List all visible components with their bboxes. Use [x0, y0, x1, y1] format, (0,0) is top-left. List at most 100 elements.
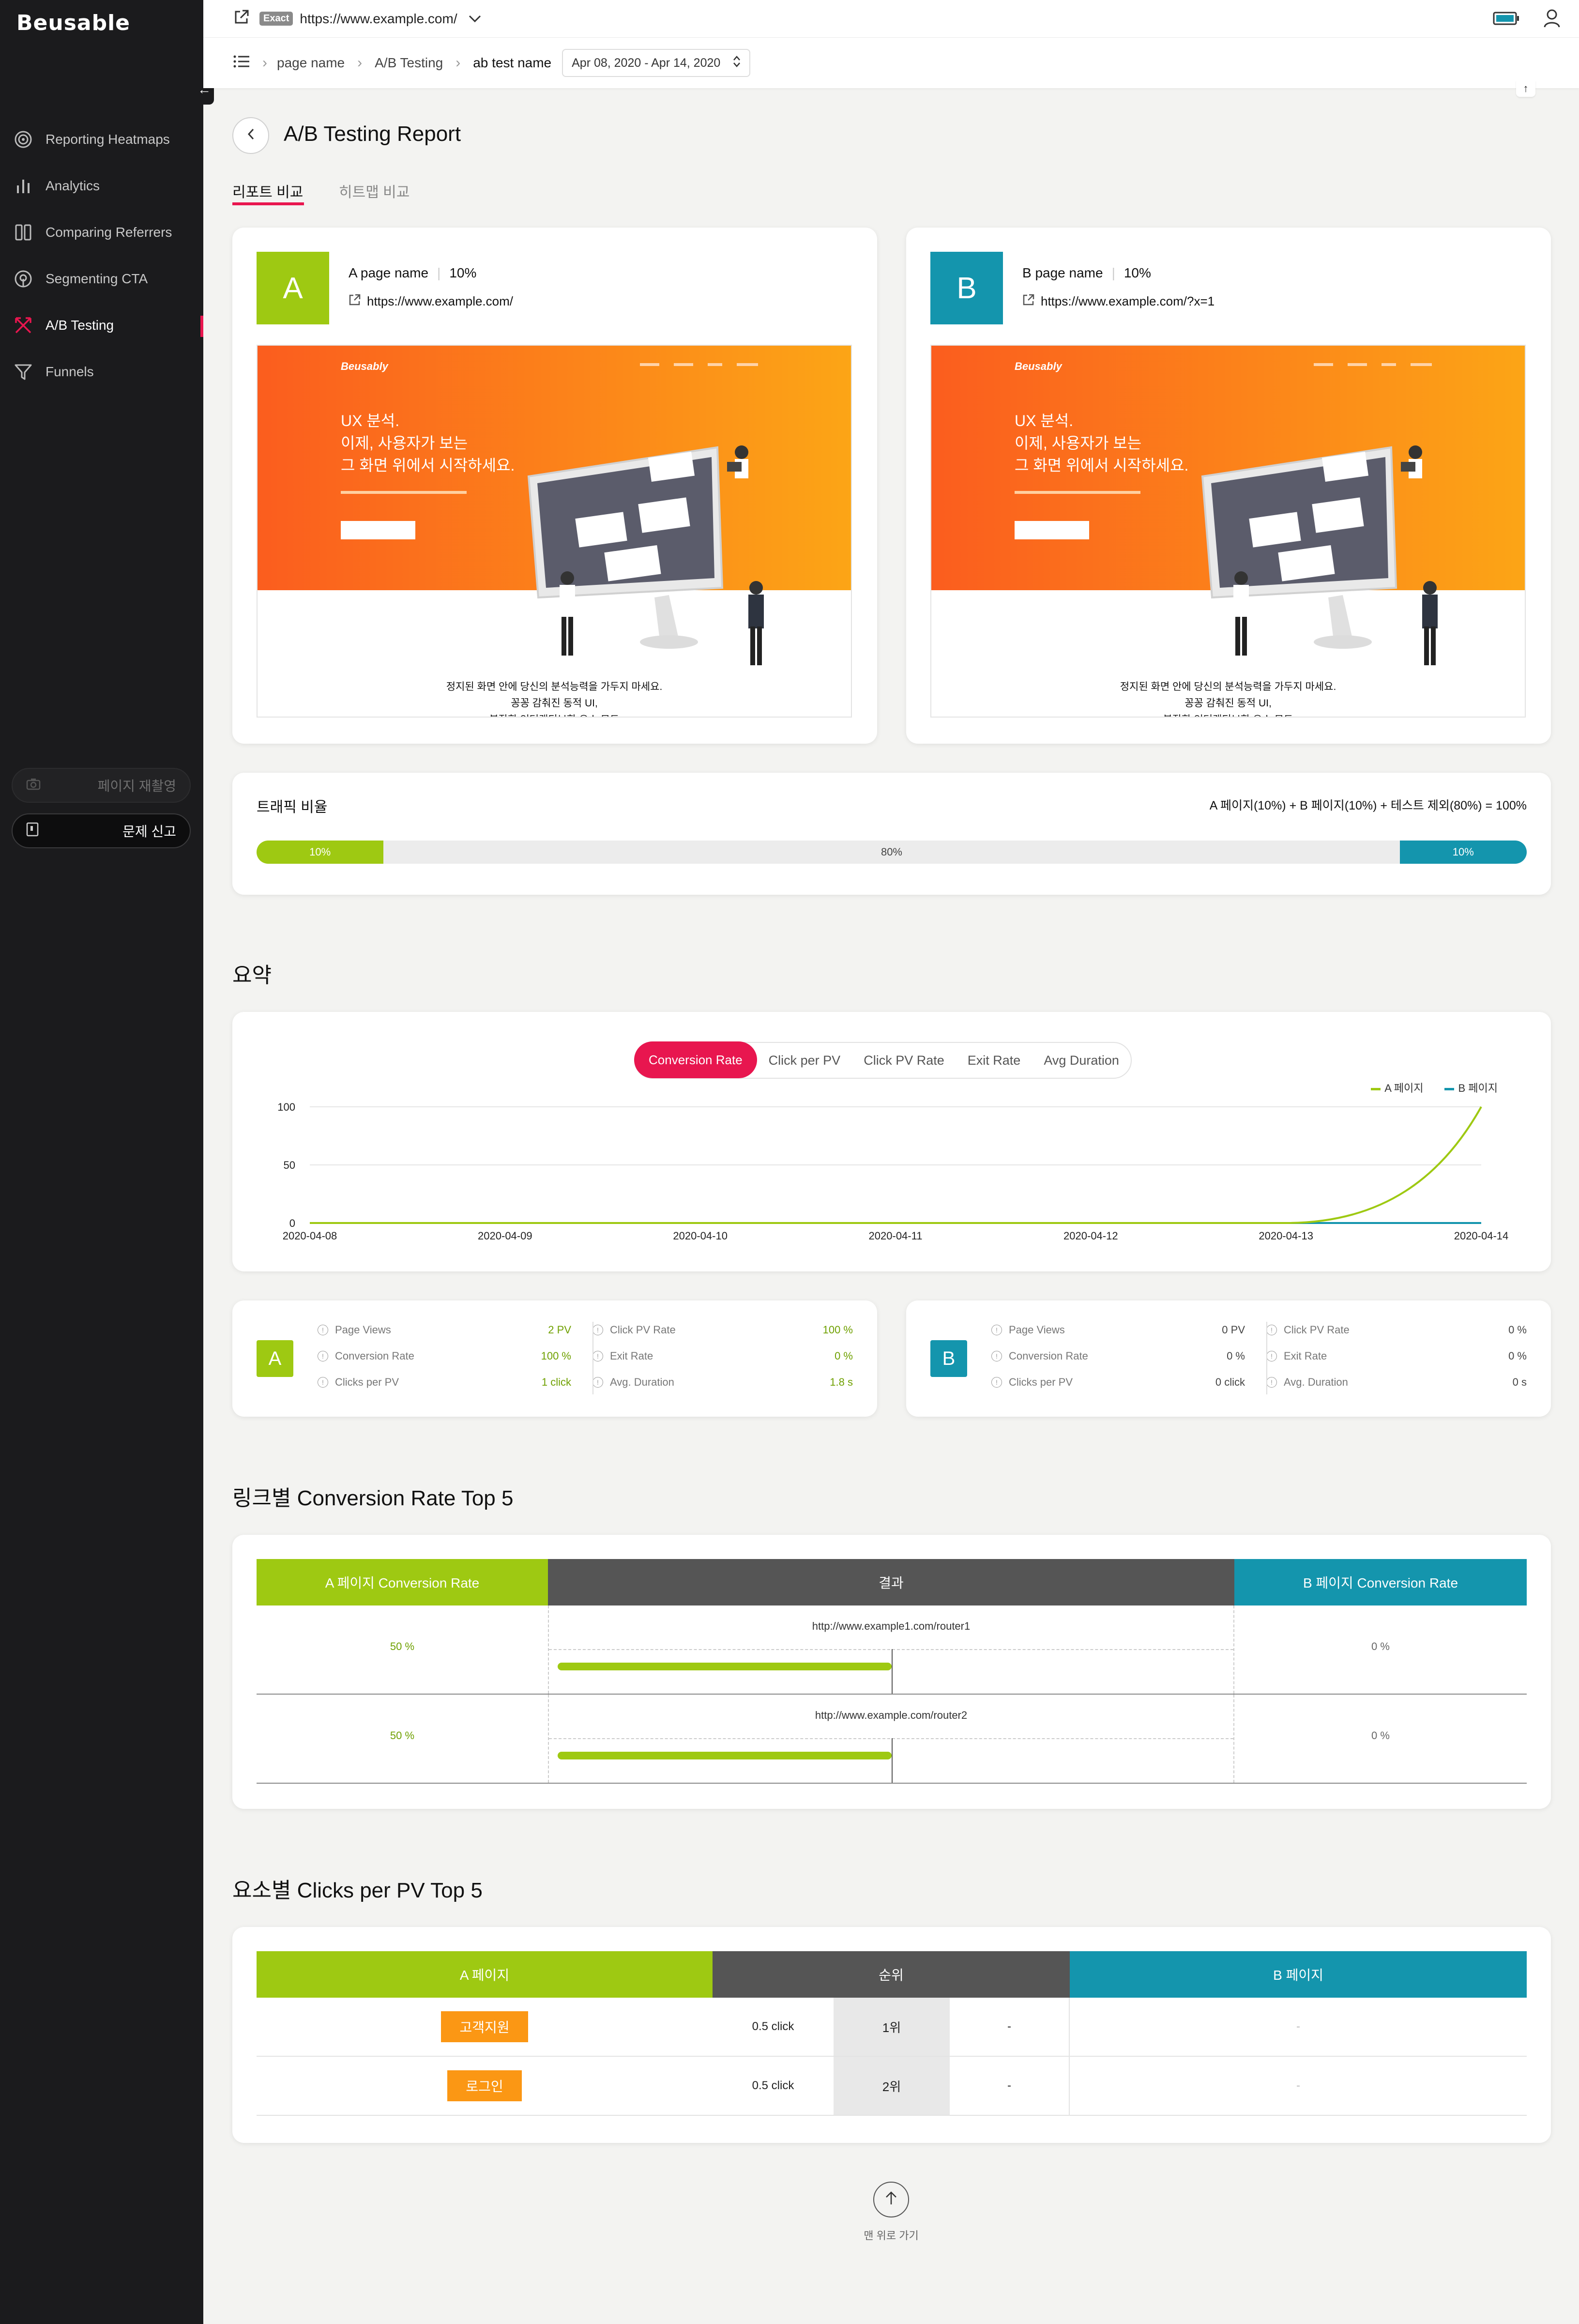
- info-icon[interactable]: !: [592, 1351, 603, 1361]
- external-link-icon: [1022, 293, 1035, 309]
- link-head-a: A 페이지 Conversion Rate: [257, 1559, 548, 1605]
- sidebar-item-comparing-referrers[interactable]: Comparing Referrers: [0, 209, 203, 256]
- stat-value: 1.8 s: [830, 1376, 853, 1388]
- link-head-a-label: A 페이지 Conversion Rate: [325, 1575, 480, 1590]
- beusable-logo[interactable]: Beusable: [16, 11, 130, 35]
- x-tick-label: 2020-04-10: [673, 1230, 728, 1242]
- info-icon[interactable]: !: [1266, 1351, 1277, 1361]
- back-to-top-label[interactable]: 맨 위로 가기: [843, 2227, 940, 2243]
- preview-footer-text: 정지된 화면 안에 당신의 분석능력을 가두지 마세요. 꽁꽁 감춰진 동적 U…: [931, 679, 1525, 717]
- stat-label: Page Views: [1009, 1324, 1065, 1336]
- url-selector[interactable]: https://www.example.com/: [300, 11, 457, 27]
- stat-row-conversion-rate: ! Conversion Rate 100 %: [318, 1349, 571, 1363]
- info-icon[interactable]: !: [318, 1377, 328, 1388]
- x-tick-label: 2020-04-11: [869, 1230, 923, 1242]
- sidebar-item-label: Analytics: [46, 178, 100, 193]
- date-range-picker[interactable]: Apr 08, 2020 - Apr 14, 2020: [562, 49, 751, 77]
- report-issue-button[interactable]: 문제 신고: [12, 813, 191, 848]
- row-url[interactable]: http://www.example.com/router2: [549, 1709, 1233, 1722]
- info-icon[interactable]: !: [991, 1351, 1002, 1361]
- sidebar-item-ab-testing[interactable]: A/B Testing: [0, 302, 203, 349]
- element-head-mid-label: 순위: [879, 1968, 904, 1983]
- external-link-icon: [349, 293, 361, 309]
- variant-b-url-row[interactable]: https://www.example.com/?x=1: [1022, 293, 1215, 309]
- variant-b-card: B B page name | 10% https://www.example.co…: [906, 228, 1551, 744]
- variant-b-ratio: 10%: [1124, 265, 1151, 280]
- variant-b-preview[interactable]: Beusably UX 분석. 이제, 사용자가 보는 그 화면 위에서 시작하…: [930, 345, 1526, 718]
- stat-label: Conversion Rate: [1009, 1350, 1088, 1362]
- sidebar-item-analytics[interactable]: Analytics: [0, 163, 203, 209]
- preview-cta-button: [341, 521, 415, 539]
- row-url[interactable]: http://www.example1.com/router1: [549, 1620, 1233, 1633]
- stat-label: Clicks per PV: [1009, 1376, 1073, 1388]
- stats-divider: [1266, 1322, 1267, 1394]
- preview-hero-title: UX 분석. 이제, 사용자가 보는 그 화면 위에서 시작하세요.: [1015, 410, 1188, 476]
- info-icon[interactable]: !: [991, 1377, 1002, 1388]
- element-tag[interactable]: 고객지원: [441, 2011, 528, 2042]
- traffic-bar: 10% 80% 10%: [257, 841, 1527, 864]
- external-link-icon[interactable]: [233, 9, 250, 29]
- back-to-top-button[interactable]: [873, 2182, 909, 2217]
- top-bar: Exact https://www.example.com/: [203, 0, 1579, 38]
- info-icon[interactable]: !: [1266, 1325, 1277, 1335]
- table-row: 50 % http://www.example.com/router2 0 %: [257, 1695, 1527, 1784]
- link-table-card: A 페이지 Conversion Rate 결과 B 페이지 Conversio…: [232, 1535, 1551, 1809]
- stat-label: Exit Rate: [610, 1350, 653, 1362]
- back-button[interactable]: [232, 117, 269, 154]
- target-icon: [14, 269, 33, 289]
- stat-label: Page Views: [335, 1324, 391, 1336]
- tab-heatmap-compare[interactable]: 히트맵 비교: [339, 180, 410, 201]
- row-center-axis: [892, 1649, 893, 1694]
- info-icon[interactable]: !: [318, 1351, 328, 1361]
- preview-subtext: [1015, 491, 1140, 494]
- rerecord-page-button[interactable]: 페이지 재촬영: [12, 768, 191, 803]
- variant-b-name: B page name | 10%: [1022, 265, 1151, 280]
- summary-title: 요약: [232, 963, 272, 987]
- stat-row-avg-duration: ! Avg. Duration 0 s: [1266, 1375, 1527, 1390]
- row-b-value: -: [950, 1998, 1070, 2056]
- list-icon[interactable]: [233, 55, 250, 72]
- bar-chart-icon: [14, 176, 33, 196]
- stat-value: 0 PV: [1222, 1324, 1245, 1336]
- stat-label: Avg. Duration: [1284, 1376, 1348, 1388]
- x-tick-label: 2020-04-08: [283, 1230, 337, 1242]
- battery-icon[interactable]: [1493, 11, 1520, 30]
- chevron-down-icon[interactable]: [468, 11, 482, 27]
- funnel-icon: [14, 362, 33, 382]
- breadcrumb-test[interactable]: ab test name: [473, 55, 551, 71]
- tab-report-compare[interactable]: 리포트 비교: [232, 180, 303, 201]
- footer-line: 정지된 화면 안에 당신의 분석능력을 가두지 마세요.: [446, 681, 663, 692]
- info-icon[interactable]: !: [592, 1325, 603, 1335]
- breadcrumb-section[interactable]: A/B Testing: [375, 55, 443, 71]
- table-row: 50 % http://www.example1.com/router1 0 %: [257, 1605, 1527, 1695]
- sidebar-item-segmenting-cta[interactable]: Segmenting CTA: [0, 256, 203, 302]
- info-icon[interactable]: !: [991, 1325, 1002, 1335]
- row-center-axis: [892, 1738, 893, 1783]
- element-head-b: B 페이지: [1070, 1951, 1527, 1998]
- link-table-header: A 페이지 Conversion Rate 결과 B 페이지 Conversio…: [257, 1559, 1527, 1605]
- sidebar: Beusable Reporting Heatmaps Analytics Co…: [0, 0, 203, 2324]
- variant-a-ratio: 10%: [449, 265, 477, 280]
- info-icon[interactable]: !: [592, 1377, 603, 1388]
- row-b-value: 0 %: [1371, 1640, 1390, 1652]
- hero-line: UX 분석.: [341, 412, 400, 429]
- element-tag[interactable]: 로그인: [447, 2070, 522, 2101]
- variant-a-preview[interactable]: Beusably UX 분석. 이제, 사용자가 보는 그 화면 위에서 시작하…: [257, 345, 852, 718]
- x-tick-label: 2020-04-12: [1063, 1230, 1118, 1242]
- row-b-value: 0 %: [1371, 1729, 1390, 1742]
- scroll-top-mini-button[interactable]: ↑: [1516, 80, 1535, 97]
- rerecord-page-label: 페이지 재촬영: [97, 779, 176, 794]
- row-b-element: -: [1296, 2020, 1300, 2033]
- sidebar-nav: Reporting Heatmaps Analytics Comparing R…: [0, 116, 203, 395]
- sidebar-item-funnels[interactable]: Funnels: [0, 349, 203, 395]
- variant-b-url: https://www.example.com/?x=1: [1041, 294, 1215, 308]
- traffic-title: 트래픽 비율: [257, 799, 328, 815]
- traffic-bar-b: 10%: [1399, 841, 1527, 864]
- info-icon[interactable]: !: [318, 1325, 328, 1335]
- variant-a-url-row[interactable]: https://www.example.com/: [349, 293, 513, 309]
- info-icon[interactable]: !: [1266, 1377, 1277, 1388]
- sidebar-item-reporting-heatmaps[interactable]: Reporting Heatmaps: [0, 116, 203, 163]
- stat-value: 0 %: [1508, 1324, 1527, 1336]
- breadcrumb-page[interactable]: page name: [277, 55, 345, 71]
- user-icon[interactable]: [1543, 9, 1561, 31]
